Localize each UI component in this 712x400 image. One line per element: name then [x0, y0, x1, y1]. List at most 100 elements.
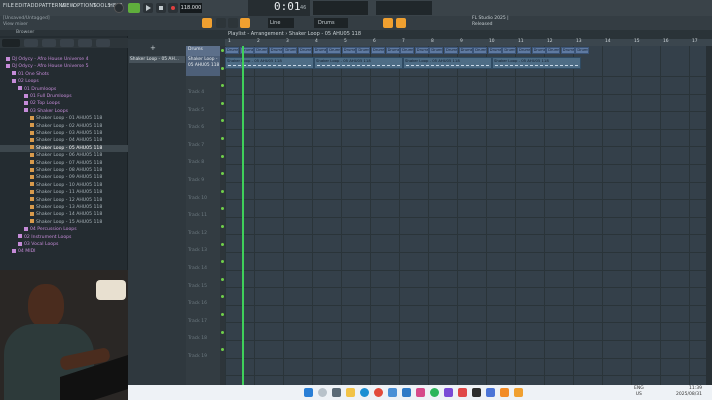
track-mute-led[interactable] — [221, 119, 224, 123]
browser-file[interactable]: Shaker Loop - 02 AHU05 118 — [0, 123, 128, 130]
piano-roll-icon[interactable] — [396, 18, 406, 28]
browser-file[interactable]: Shaker Loop - 13 AHU05 118 — [0, 204, 128, 211]
drum-pattern-clip[interactable]: Drums — [444, 47, 458, 54]
audio-clip[interactable]: Shaker Loop - 05 AHU05 118 — [403, 57, 492, 69]
drum-pattern-clip[interactable]: Drums — [268, 47, 283, 54]
browser-file[interactable]: Shaker Loop - 10 AHU05 118 — [0, 182, 128, 189]
drum-pattern-clip[interactable]: Drums — [502, 47, 517, 54]
drum-pattern-clip[interactable]: Drums — [341, 47, 356, 54]
track-label[interactable]: Track 6 — [188, 125, 204, 130]
track-label[interactable]: Track 17 — [188, 319, 207, 324]
track-mute-led[interactable] — [221, 189, 224, 193]
browser-home-tab[interactable] — [2, 39, 20, 47]
drum-pattern-clip[interactable]: Drums — [385, 47, 400, 54]
task-view-icon[interactable] — [332, 388, 341, 397]
browser-file[interactable]: Shaker Loop - 07 AHU05 118 — [0, 160, 128, 167]
track-label[interactable]: Track 15 — [188, 284, 207, 289]
app-icon-5[interactable] — [500, 388, 509, 397]
drum-pattern-clip[interactable]: Drums — [254, 47, 269, 54]
track-1-header[interactable]: Drums — [186, 46, 221, 56]
browser-folder[interactable]: 03 Shaker Loops — [0, 108, 128, 115]
v-scrollbar[interactable] — [706, 46, 712, 385]
browser-folder[interactable]: 02 Loops — [0, 78, 128, 85]
track-label[interactable]: Track 12 — [188, 231, 207, 236]
tray-clock[interactable]: 11:39 2025/08/31 — [676, 386, 702, 398]
playlist-window-icon[interactable] — [383, 18, 393, 28]
browser-file[interactable]: Shaker Loop - 05 AHU05 118 — [0, 144, 128, 152]
track-label[interactable]: Track 18 — [188, 336, 207, 341]
pat-song-toggle[interactable] — [128, 3, 140, 13]
browser-folder[interactable]: 02 Instrument Loops — [0, 234, 128, 241]
track-mute-led[interactable] — [221, 49, 224, 52]
track-label[interactable]: Track 9 — [188, 178, 204, 183]
browser-folder[interactable]: 02 Top Loops — [0, 100, 128, 107]
browser-folder[interactable]: 04 MIDI — [0, 248, 128, 255]
paint-icon[interactable] — [228, 18, 238, 28]
record-icon[interactable] — [114, 3, 124, 13]
app-icon-4[interactable] — [486, 388, 495, 397]
browser-tab-3[interactable] — [42, 39, 56, 47]
drum-pattern-clip[interactable]: Drums — [429, 47, 444, 54]
drum-pattern-clip[interactable]: Drums — [312, 47, 327, 54]
browser-tab-5[interactable] — [78, 39, 92, 47]
edge-icon[interactable] — [360, 388, 369, 397]
track-mute-led[interactable] — [221, 84, 224, 88]
track-label[interactable]: Track 19 — [188, 354, 207, 359]
snap-select[interactable]: Line — [268, 18, 294, 28]
pattern-item[interactable]: Shaker Loop - 05 AH... — [129, 56, 185, 63]
track-mute-led[interactable] — [221, 348, 224, 352]
browser-file[interactable]: Shaker Loop - 15 AHU05 118 — [0, 219, 128, 226]
track-label[interactable]: Track 5 — [188, 108, 204, 113]
drum-pattern-clip[interactable]: Drums — [458, 47, 473, 54]
app-icon-1[interactable] — [444, 388, 453, 397]
track-mute-led[interactable] — [221, 242, 224, 246]
menu-add[interactable]: ADD — [27, 3, 39, 9]
media-icon[interactable] — [416, 388, 425, 397]
drum-pattern-clip[interactable]: Drums — [356, 47, 371, 54]
drum-pattern-clip[interactable]: Drums — [298, 47, 312, 54]
track-2-header[interactable]: Shaker Loop - 05 AHU05 118 — [186, 56, 221, 76]
browser-file[interactable]: Shaker Loop - 06 AHU05 118 — [0, 152, 128, 159]
drum-pattern-clip[interactable]: Drums — [487, 47, 502, 54]
drum-pattern-clip[interactable]: Drums — [225, 47, 239, 54]
track-label[interactable]: Track 8 — [188, 160, 204, 165]
drum-pattern-clip[interactable]: Drums — [371, 47, 385, 54]
browser-file[interactable]: Shaker Loop - 11 AHU05 118 — [0, 189, 128, 196]
track-mute-led[interactable] — [221, 172, 224, 176]
browser-file[interactable]: Shaker Loop - 14 AHU05 118 — [0, 211, 128, 218]
track-mute-led[interactable] — [221, 277, 224, 281]
view-mixer-label[interactable]: View mixer — [3, 22, 28, 27]
draw-icon[interactable] — [216, 18, 226, 28]
audio-clip[interactable]: Shaker Loop - 05 AHU05 118 — [492, 57, 581, 69]
tray-lang[interactable]: ENG US — [634, 386, 644, 398]
track-mute-led[interactable] — [221, 260, 224, 264]
drum-pattern-clip[interactable]: Drums — [517, 47, 531, 54]
mail-icon[interactable] — [402, 388, 411, 397]
playhead[interactable] — [242, 46, 244, 385]
chrome-icon[interactable] — [374, 388, 383, 397]
track-mute-led[interactable] — [221, 154, 224, 158]
track-label[interactable]: Track 4 — [188, 90, 204, 95]
drum-pattern-clip[interactable]: Drums — [400, 47, 415, 54]
drum-pattern-clip[interactable]: Drums — [327, 47, 342, 54]
file-explorer-icon[interactable] — [346, 388, 355, 397]
tempo-display[interactable]: 118.000 — [180, 3, 202, 13]
drum-pattern-clip[interactable]: Drums — [546, 47, 561, 54]
drum-pattern-clip[interactable]: Drums — [575, 47, 590, 54]
track-label[interactable]: Track 7 — [188, 143, 204, 148]
fl-studio-icon[interactable] — [514, 388, 523, 397]
spotify-icon[interactable] — [430, 388, 439, 397]
track-mute-led[interactable] — [221, 313, 224, 316]
browser-tab-2[interactable] — [24, 39, 38, 47]
track-mute-led[interactable] — [221, 207, 224, 211]
search-icon[interactable] — [318, 388, 327, 397]
browser-file[interactable]: Shaker Loop - 01 AHU05 118 — [0, 115, 128, 122]
ruler[interactable]: 1 2 3 4 5 6 7 8 9 10 11 12 13 14 15 16 17 — [225, 39, 712, 46]
audio-clip[interactable]: Shaker Loop - 05 AHU05 118 — [225, 57, 314, 69]
browser-tab-4[interactable] — [60, 39, 74, 47]
browser-folder[interactable]: 04 Percussion Loops — [0, 226, 128, 233]
track-mute-led[interactable] — [221, 66, 224, 70]
browser-file[interactable]: Shaker Loop - 12 AHU05 118 — [0, 197, 128, 204]
browser-folder[interactable]: 01 One Shots — [0, 71, 128, 78]
drum-pattern-clip[interactable]: Drums — [473, 47, 488, 54]
